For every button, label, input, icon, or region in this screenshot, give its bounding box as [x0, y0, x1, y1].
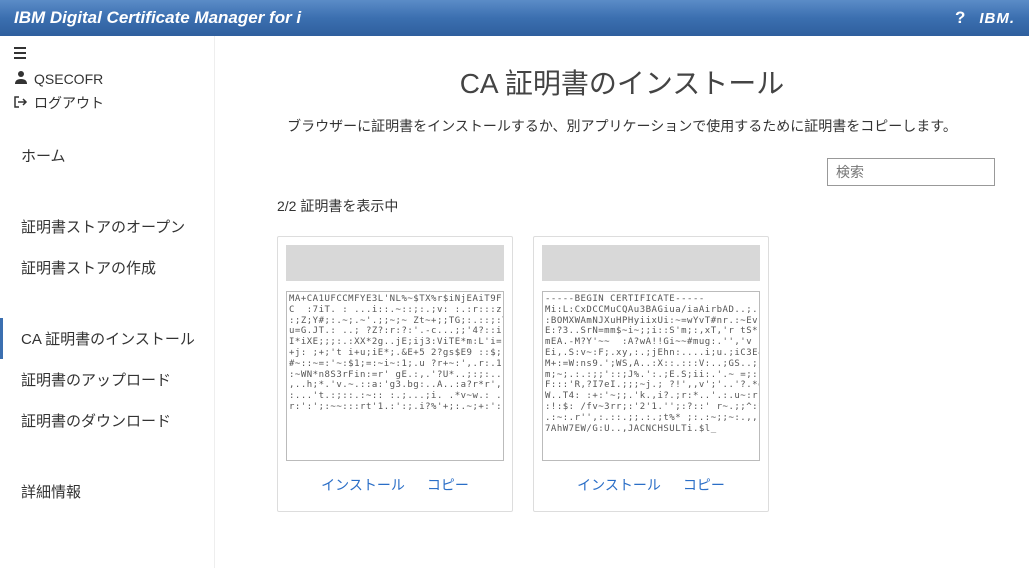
copy-button[interactable]: コピー — [427, 475, 469, 495]
app-title: IBM Digital Certificate Manager for i — [14, 8, 301, 28]
help-icon[interactable]: ? — [955, 8, 965, 28]
count-text: 2/2 証明書を表示中 — [249, 196, 995, 216]
cert-card: インストール コピー — [533, 236, 769, 512]
cert-card-header — [542, 245, 760, 281]
cert-card: インストール コピー — [277, 236, 513, 512]
nav-group-store: 証明書ストアのオープン 証明書ストアの作成 — [0, 200, 214, 294]
main-content: CA 証明書のインストール ブラウザーに証明書をインストールするか、別アプリケー… — [215, 36, 1029, 568]
search-input[interactable] — [827, 158, 995, 186]
install-button[interactable]: インストール — [577, 475, 661, 495]
logout-label: ログアウト — [34, 93, 104, 113]
nav-group-home: ホーム — [0, 129, 214, 182]
logout-icon — [14, 95, 28, 112]
cert-actions: インストール コピー — [534, 461, 768, 511]
cert-actions: インストール コピー — [278, 461, 512, 511]
install-button[interactable]: インストール — [321, 475, 405, 495]
page-title: CA 証明書のインストール — [249, 62, 995, 102]
nav-group-cert: CA 証明書のインストール 証明書のアップロード 証明書のダウンロード — [0, 312, 214, 447]
nav-create-store[interactable]: 証明書ストアの作成 — [0, 247, 214, 288]
layout: QSECOFR ログアウト ホーム 証明書ストアのオープン 証明書ストアの作成 … — [0, 36, 1029, 568]
nav-home[interactable]: ホーム — [0, 135, 214, 176]
cert-cards-row: インストール コピー インストール コピー — [249, 236, 995, 512]
toolbar — [249, 158, 995, 186]
nav-details[interactable]: 詳細情報 — [0, 471, 214, 512]
nav-upload-cert[interactable]: 証明書のアップロード — [0, 359, 214, 400]
app-header: IBM Digital Certificate Manager for i ? … — [0, 0, 1029, 36]
page-subtitle: ブラウザーに証明書をインストールするか、別アプリケーションで使用するために証明書… — [249, 116, 995, 136]
user-icon — [14, 70, 28, 87]
logout-button[interactable]: ログアウト — [14, 93, 200, 113]
ibm-logo: IBM. — [979, 10, 1015, 27]
nav-download-cert[interactable]: 証明書のダウンロード — [0, 400, 214, 441]
menu-icon[interactable] — [14, 46, 200, 62]
copy-button[interactable]: コピー — [683, 475, 725, 495]
nav-install-ca[interactable]: CA 証明書のインストール — [0, 318, 214, 359]
username-label: QSECOFR — [34, 71, 103, 87]
nav-open-store[interactable]: 証明書ストアのオープン — [0, 206, 214, 247]
sidebar-top: QSECOFR ログアウト — [0, 46, 214, 129]
user-row: QSECOFR — [14, 70, 200, 87]
nav-group-info: 詳細情報 — [0, 465, 214, 518]
app-header-right: ? IBM. — [955, 8, 1015, 28]
cert-pem-textarea[interactable] — [286, 291, 504, 461]
cert-card-header — [286, 245, 504, 281]
sidebar: QSECOFR ログアウト ホーム 証明書ストアのオープン 証明書ストアの作成 … — [0, 36, 215, 568]
cert-pem-textarea[interactable] — [542, 291, 760, 461]
